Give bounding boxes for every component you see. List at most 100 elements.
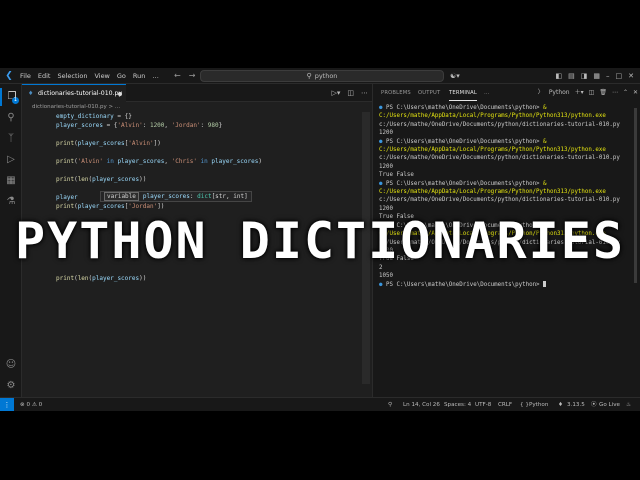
menu-view[interactable]: View <box>94 68 109 84</box>
code-token: } <box>218 122 223 129</box>
command-center-search[interactable]: ⚲ python <box>200 70 444 82</box>
more-actions-icon[interactable]: ⋯ <box>361 84 368 102</box>
terminal-line: ● PS C:\Users\mathe\OneDrive\Documents\p… <box>379 281 631 289</box>
python-version[interactable]: 3.13.5 <box>567 398 585 411</box>
terminal-shell-label[interactable]: Python <box>549 84 570 102</box>
language-mode[interactable]: Python <box>529 398 548 411</box>
warning-count: 0 <box>38 402 43 408</box>
split-terminal-icon[interactable]: ◫ <box>589 84 595 102</box>
terminal-output-text: 1050 <box>379 273 393 280</box>
terminal-shell-icon: 〉 <box>537 89 544 96</box>
tab-more[interactable]: … <box>484 84 489 102</box>
code-token: = { <box>102 122 118 129</box>
menu-selection[interactable]: Selection <box>57 68 87 84</box>
menu-file[interactable]: File <box>20 68 31 84</box>
source-control-icon[interactable]: ᛉ <box>0 130 22 148</box>
tab-problems[interactable]: PROBLEMS <box>381 84 411 102</box>
code-line: print(player_scores['Alvin']) <box>56 139 161 148</box>
notifications-bell-icon[interactable]: ♨ <box>626 398 631 411</box>
hover-tooltip: variable player_scores: dict[str, int] <box>100 191 252 202</box>
terminal-prompt: PS C:\Users\mathe\OneDrive\Documents\pyt… <box>385 105 544 111</box>
code-token: print <box>56 275 75 282</box>
menu-run[interactable]: Run <box>133 68 145 84</box>
go-live-button[interactable]: Go Live <box>599 398 620 411</box>
editor-tab-bar: ♦ dictionaries-tutorial-010.py ▷▾ ◫ ⋯ <box>22 84 372 102</box>
hover-symbol: player_scores <box>142 193 190 200</box>
code-token: 'Alvin' <box>128 140 154 147</box>
cursor-position[interactable]: Ln 14, Col 26 <box>403 398 440 411</box>
toggle-panel-icon[interactable]: ▤ <box>568 68 575 84</box>
tab-terminal[interactable]: TERMINAL <box>449 84 477 101</box>
code-token: player_scores <box>77 140 125 147</box>
command-decoration-icon[interactable]: ● <box>379 105 386 111</box>
menu-go[interactable]: Go <box>117 68 126 84</box>
command-decoration-icon[interactable]: ● <box>379 181 386 187</box>
account-icon[interactable]: ☺ <box>0 356 22 374</box>
end-of-line[interactable]: CRLF <box>498 398 512 411</box>
code-token: in <box>102 158 118 165</box>
command-decoration-icon[interactable]: ● <box>379 139 386 145</box>
indentation[interactable]: Spaces: 4 <box>444 398 471 411</box>
kill-terminal-icon[interactable]: 🗑 <box>599 84 607 102</box>
minimize-icon[interactable]: – <box>606 68 610 84</box>
code-token: print <box>56 158 75 165</box>
breadcrumb[interactable]: dictionaries-tutorial-010.py > ... <box>22 102 372 112</box>
unsaved-dot-icon[interactable] <box>118 92 122 96</box>
code-token: ) <box>258 158 262 165</box>
terminal-prompt: PS C:\Users\mathe\OneDrive\Documents\pyt… <box>385 138 544 145</box>
panel-more-icon[interactable]: ⋯ <box>612 84 618 102</box>
code-token: )) <box>139 275 147 282</box>
toggle-secondary-sidebar-icon[interactable]: ◨ <box>581 68 588 84</box>
code-token: 980 <box>207 122 219 129</box>
vscode-logo-icon: ❮ <box>5 71 13 81</box>
customize-layout-icon[interactable]: ▦ <box>593 68 600 84</box>
code-token: , <box>164 122 172 129</box>
maximize-icon[interactable]: □ <box>616 68 623 84</box>
copilot-icon[interactable]: ☯▾ <box>450 68 460 84</box>
terminal-line: True False <box>379 171 631 179</box>
code-token: 'Jordan' <box>128 203 158 210</box>
hover-kind: variable <box>104 192 139 201</box>
testing-icon[interactable]: ⚗ <box>0 193 22 211</box>
toggle-primary-sidebar-icon[interactable]: ◧ <box>556 68 563 84</box>
remote-indicator-icon[interactable]: ⋮ <box>0 398 14 411</box>
menu-edit[interactable]: Edit <box>38 68 51 84</box>
close-panel-icon[interactable]: ✕ <box>633 84 638 102</box>
command-decoration-icon[interactable]: ● <box>379 282 386 288</box>
code-token: = {} <box>113 113 132 120</box>
terminal-output-text: 1200 <box>379 163 393 170</box>
code-token: print <box>56 203 75 210</box>
close-window-icon[interactable]: ✕ <box>628 68 634 84</box>
warning-icon: ⚠ <box>31 402 37 408</box>
new-terminal-icon[interactable]: ＋▾ <box>575 84 584 102</box>
code-token: 'Chris' <box>171 158 197 165</box>
back-arrow-icon[interactable]: ← <box>174 68 181 84</box>
tab-label: dictionaries-tutorial-010.py <box>38 90 123 97</box>
editor-actions: ▷▾ ◫ ⋯ <box>331 84 368 102</box>
encoding[interactable]: UTF-8 <box>475 398 491 411</box>
terminal-line: ● PS C:\Users\mathe\OneDrive\Documents\p… <box>379 180 631 205</box>
terminal-output-text: 1200 <box>379 130 393 137</box>
run-python-icon[interactable]: ▷▾ <box>331 84 340 102</box>
explorer-icon[interactable]: ❐ 1 <box>0 88 22 106</box>
search-icon[interactable]: ⚲ <box>0 109 22 127</box>
terminal-line: 1050 <box>379 272 631 280</box>
run-debug-icon[interactable]: ▷ <box>0 151 22 169</box>
errors-warnings[interactable]: ⊗ 0 ⚠ 0 <box>20 398 42 411</box>
code-token: player_scores <box>211 158 259 165</box>
menu-more[interactable]: … <box>152 68 159 84</box>
panel-actions: 〉 Python ＋▾ ◫ 🗑 ⋯ ⌃ ✕ <box>538 84 638 102</box>
error-icon: ⊗ <box>20 402 25 408</box>
zoom-icon[interactable]: ⚲ <box>388 398 392 411</box>
code-line: player_scores = {'Alvin': 1200, 'Jordan'… <box>56 121 222 130</box>
terminal-line: ● PS C:\Users\mathe\OneDrive\Documents\p… <box>379 104 631 129</box>
code-token: : <box>200 122 208 129</box>
forward-arrow-icon[interactable]: → <box>189 68 196 84</box>
extensions-icon[interactable]: ▦ <box>0 172 22 190</box>
split-editor-icon[interactable]: ◫ <box>347 84 354 102</box>
maximize-panel-icon[interactable]: ⌃ <box>623 84 628 102</box>
tab-output[interactable]: OUTPUT <box>418 84 440 102</box>
settings-gear-icon[interactable]: ⚙ <box>0 377 22 395</box>
tab-dictionaries-tutorial[interactable]: ♦ dictionaries-tutorial-010.py <box>22 84 126 102</box>
code-token: 'Alvin' <box>117 122 143 129</box>
